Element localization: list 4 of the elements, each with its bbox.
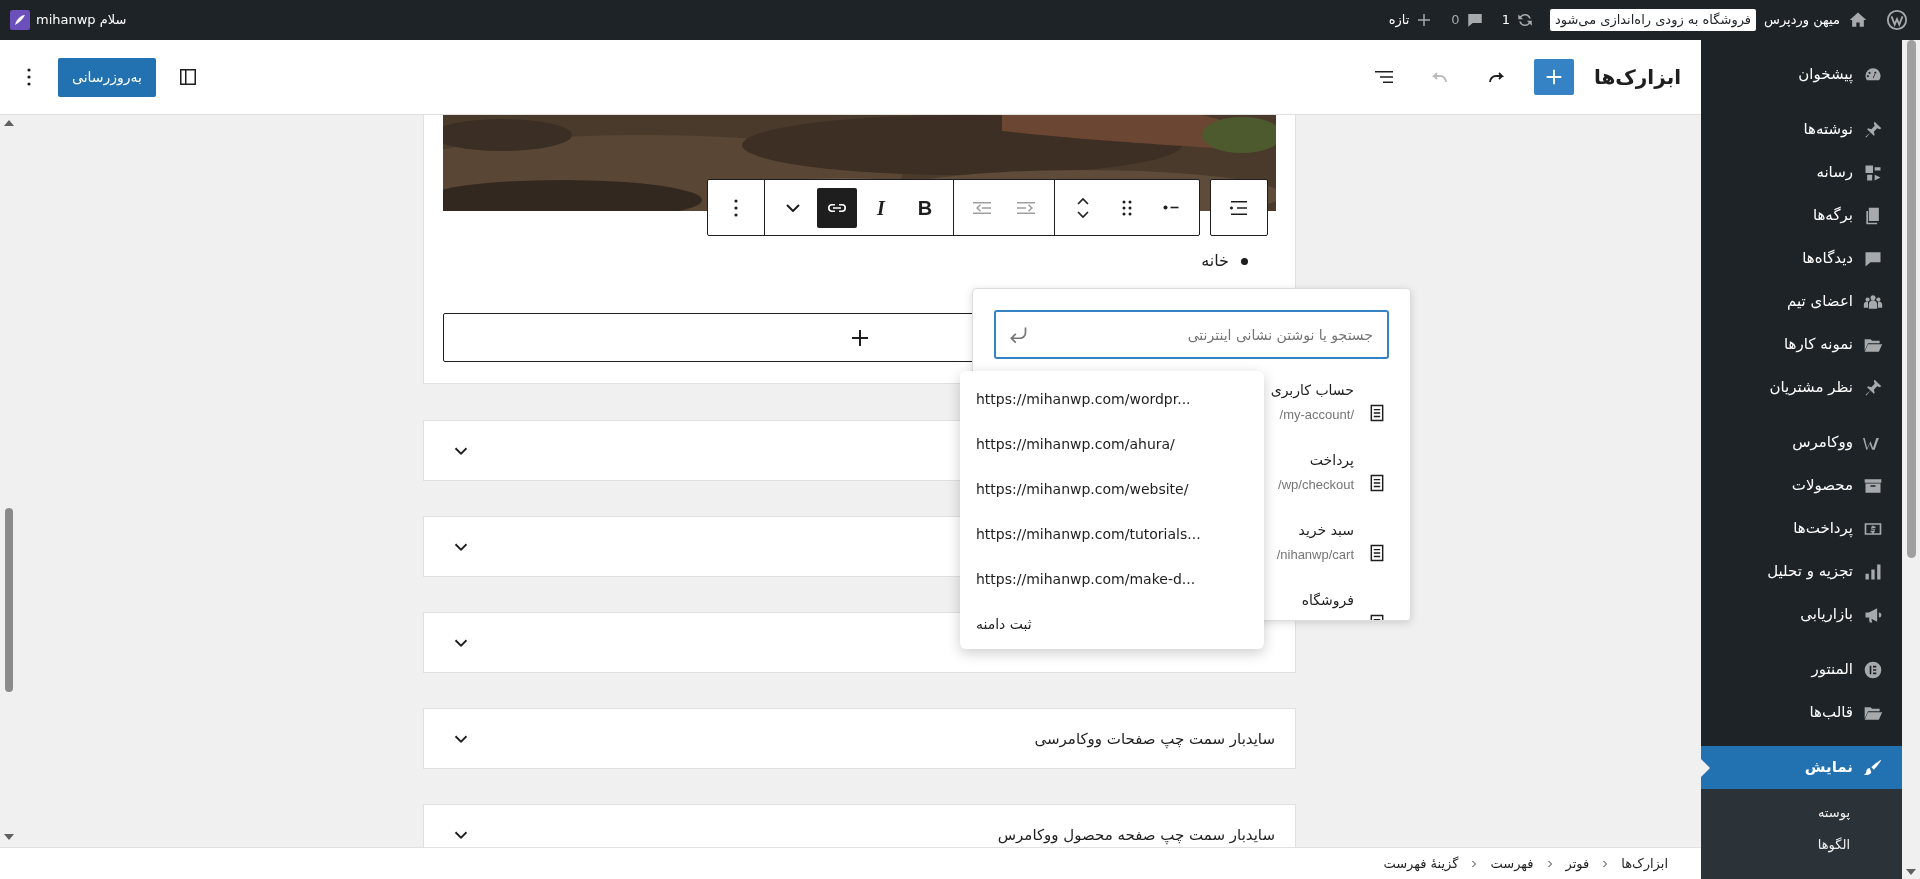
accordion-title: سایدبار سمت چپ صفحه محصول ووکامرس [997, 824, 1275, 845]
notice-badge: فروشگاه به زودی راه‌اندازی می‌شود [1549, 9, 1757, 31]
page-title: ابزارک‌ها [1593, 64, 1681, 91]
accordion-title: سایدبار سمت چپ صفحات ووکامرسی [1034, 728, 1275, 749]
